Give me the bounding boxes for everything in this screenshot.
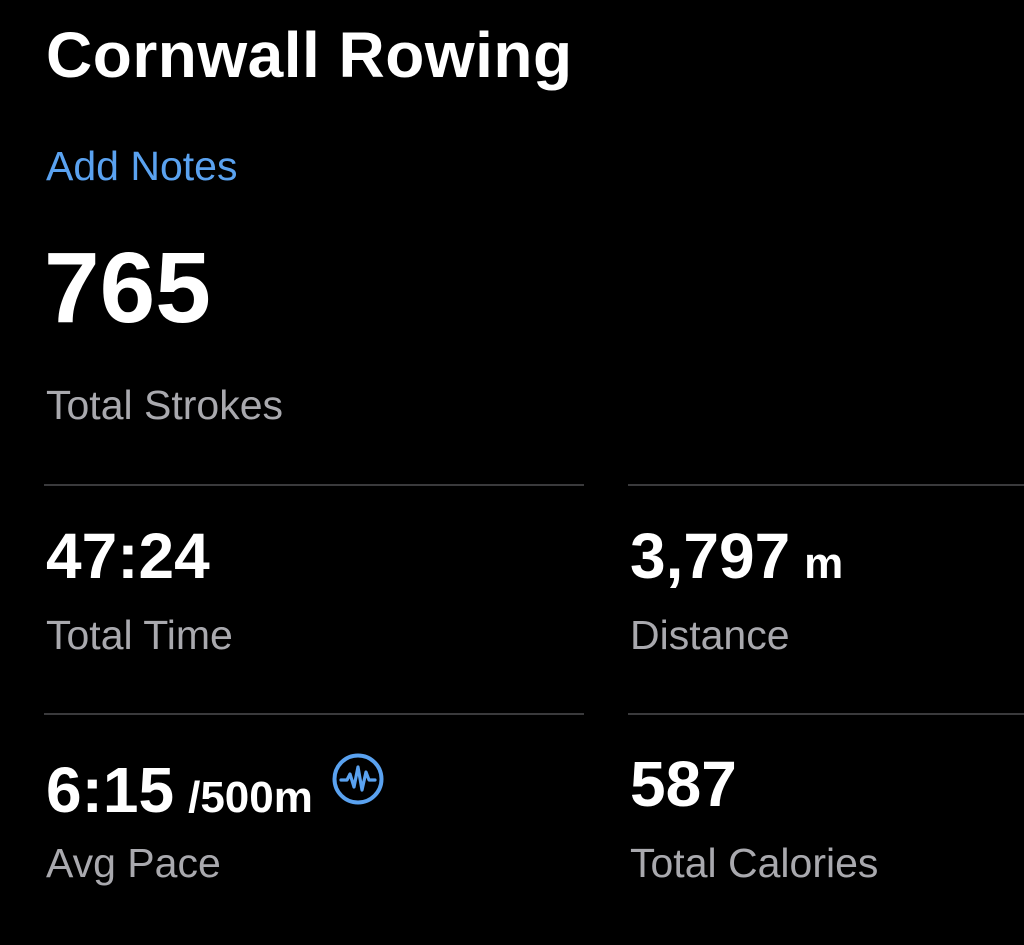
total-time-value: 47:24 xyxy=(46,520,210,592)
avg-pace-label: Avg Pace xyxy=(46,840,221,886)
add-notes-link[interactable]: Add Notes xyxy=(46,143,237,190)
distance-value: 3,797 xyxy=(630,520,791,592)
total-calories-label: Total Calories xyxy=(630,840,879,886)
total-strokes-value: 765 xyxy=(44,232,211,344)
total-strokes-label: Total Strokes xyxy=(46,382,283,428)
distance-unit: m xyxy=(804,539,844,588)
divider-row2-left xyxy=(44,713,584,715)
avg-pace-metric: 6:15/500m xyxy=(46,752,385,822)
divider-row1-left xyxy=(44,484,584,486)
avg-pace-value: 6:15 xyxy=(46,754,175,826)
waveform-circle-icon[interactable] xyxy=(331,752,385,806)
distance-metric: 3,797 m xyxy=(630,524,843,588)
divider-row2-right xyxy=(628,713,1024,715)
distance-label: Distance xyxy=(630,612,790,658)
total-time-label: Total Time xyxy=(46,612,233,658)
avg-pace-unit: /500m xyxy=(188,773,313,822)
total-calories-value: 587 xyxy=(630,748,737,820)
workout-title: Cornwall Rowing xyxy=(46,19,573,91)
divider-row1-right xyxy=(628,484,1024,486)
